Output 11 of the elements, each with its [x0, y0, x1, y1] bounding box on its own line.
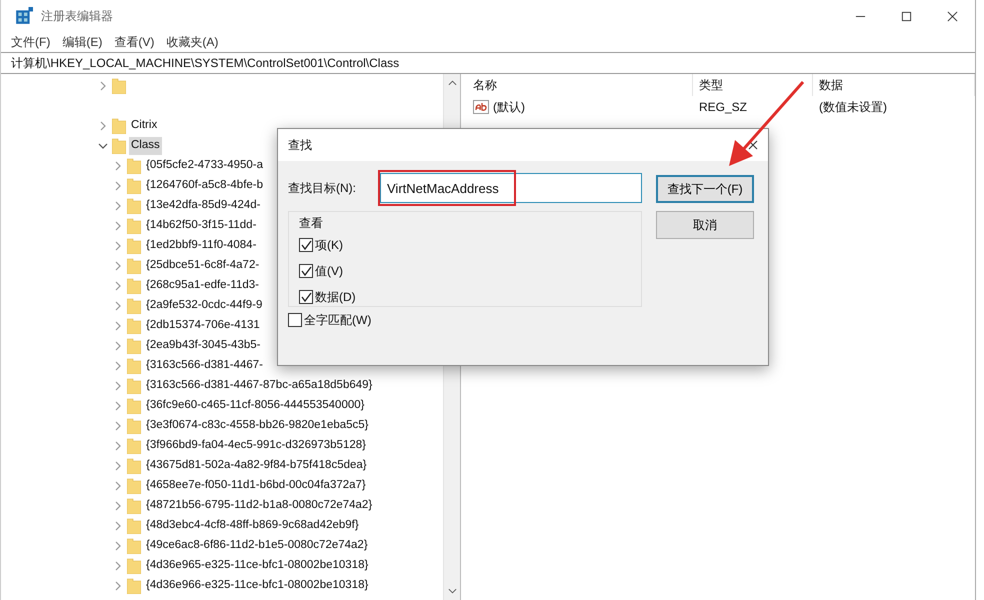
value-data: (数值未设置)	[818, 99, 888, 116]
dialog-title: 查找	[288, 137, 312, 154]
checkbox-label: 数据(D)	[315, 289, 356, 306]
checkbox-label: 全字匹配(W)	[304, 312, 372, 329]
value-type: REG_SZ	[698, 99, 748, 116]
window-title: 注册表编辑器	[41, 8, 114, 25]
field-value: VirtNetMacAddress	[387, 180, 499, 196]
checkbox-label: 值(V)	[315, 263, 343, 280]
group-label: 查看	[299, 215, 324, 232]
field-label: 查找目标(N):	[288, 180, 356, 197]
checkbox-label: 项(K)	[315, 237, 343, 254]
